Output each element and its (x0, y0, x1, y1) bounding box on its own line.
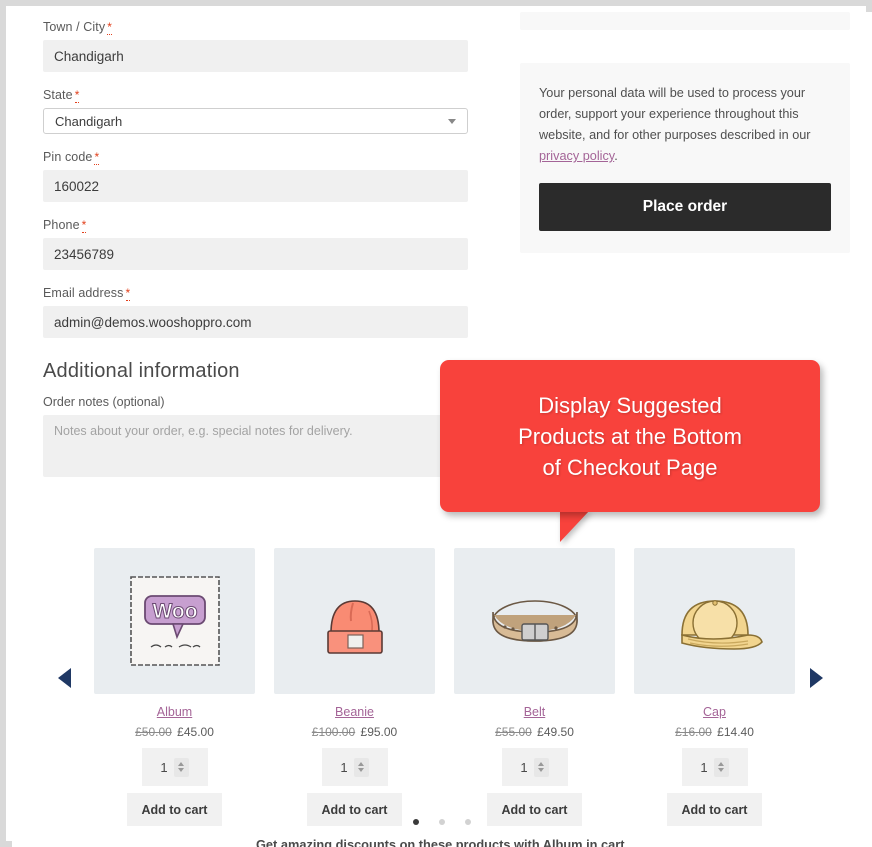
quantity-spinner-icon[interactable] (533, 757, 549, 777)
callout-pointer-tail (560, 510, 590, 542)
annotation-callout-text: Display Suggested Products at the Bottom… (518, 390, 742, 483)
product-name-link[interactable]: Beanie (274, 705, 435, 719)
product-card: Woo Album £50.00 £45.00 1 Add to cart (94, 548, 255, 826)
checkout-page: Town / City * Chandigarh State * Chandigar… (12, 12, 872, 847)
carousel-dot[interactable] (439, 819, 445, 825)
product-new-price: £14.40 (717, 725, 754, 739)
privacy-text-after: . (614, 149, 618, 163)
callout-line-2: Products at the Bottom (518, 423, 742, 449)
quantity-value: 1 (520, 759, 528, 775)
chevron-down-icon (448, 118, 456, 124)
product-price: £16.00 £14.40 (634, 725, 795, 739)
carousel-caption: Get amazing discounts on these products … (255, 837, 629, 847)
quantity-stepper[interactable]: 1 (681, 748, 748, 786)
product-thumbnail[interactable] (274, 548, 435, 694)
carousel-pagination-dots (12, 819, 872, 825)
field-phone: Phone * 23456789 (43, 218, 468, 270)
svg-text:Woo: Woo (152, 600, 197, 623)
product-name-link[interactable]: Album (94, 705, 255, 719)
cap-art-icon (680, 600, 763, 650)
product-new-price: £49.50 (537, 725, 574, 739)
required-asterisk: * (74, 88, 80, 103)
select-state[interactable]: Chandigarh (43, 108, 468, 134)
beanie-art-icon (326, 600, 383, 654)
quantity-value: 1 (160, 759, 168, 775)
product-new-price: £45.00 (177, 725, 214, 739)
checkout-form: Town / City * Chandigarh State * Chandigar… (43, 20, 468, 477)
label-state: State * (43, 88, 80, 103)
product-name-link[interactable]: Belt (454, 705, 615, 719)
field-state: State * Chandigarh (43, 88, 468, 134)
product-name-link[interactable]: Cap (634, 705, 795, 719)
product-thumbnail[interactable] (634, 548, 795, 694)
field-pin-code: Pin code * 160022 (43, 150, 468, 202)
quantity-spinner-icon[interactable] (353, 757, 369, 777)
label-town-city: Town / City * (43, 20, 113, 35)
product-new-price: £95.00 (360, 725, 398, 739)
carousel-dot[interactable] (465, 819, 471, 825)
input-email-address[interactable]: admin@demos.wooshoppro.com (43, 306, 468, 338)
callout-line-1: Display Suggested (538, 392, 722, 418)
input-pin-code[interactable]: 160022 (43, 170, 468, 202)
place-order-button[interactable]: Place order (539, 183, 831, 231)
carousel-next-arrow-icon[interactable] (810, 668, 823, 688)
input-order-notes[interactable]: Notes about your order, e.g. special not… (43, 415, 468, 477)
product-old-price: £16.00 (675, 725, 712, 739)
quantity-spinner-icon[interactable] (713, 757, 729, 777)
product-card: Cap £16.00 £14.40 1 Add to cart (634, 548, 795, 826)
privacy-notice-text: Your personal data will be used to proce… (539, 83, 831, 167)
quantity-stepper[interactable]: 1 (321, 748, 388, 786)
additional-information-heading: Additional information (43, 360, 240, 382)
product-old-price: £100.00 (311, 725, 356, 739)
product-price: £50.00 £45.00 (94, 725, 255, 739)
select-state-value: Chandigarh (55, 113, 123, 129)
product-old-price: £55.00 (495, 725, 532, 739)
product-price: £100.00 £95.00 (274, 725, 435, 739)
required-asterisk: * (94, 150, 100, 165)
label-email-address: Email address * (43, 286, 131, 301)
belt-art-icon (491, 600, 578, 642)
required-asterisk: * (125, 286, 131, 301)
label-pin-code: Pin code * (43, 150, 100, 165)
callout-line-3: of Checkout Page (542, 454, 718, 480)
quantity-value: 1 (340, 759, 348, 775)
label-order-notes: Order notes (optional) (43, 395, 165, 409)
product-card: Belt £55.00 £49.50 1 Add to cart (454, 548, 615, 826)
input-town-city[interactable]: Chandigarh (43, 40, 468, 72)
order-summary-partial-panel (520, 12, 850, 30)
product-list: Woo Album £50.00 £45.00 1 Add to cart Be… (94, 548, 795, 826)
quantity-spinner-icon[interactable] (173, 757, 189, 777)
carousel-dot[interactable] (413, 819, 419, 825)
product-thumbnail[interactable]: Woo (94, 548, 255, 694)
input-phone[interactable]: 23456789 (43, 238, 468, 270)
woo-album-art-icon: Woo (129, 576, 220, 666)
product-price: £55.00 £49.50 (454, 725, 615, 739)
label-phone: Phone * (43, 218, 87, 233)
privacy-policy-link[interactable]: privacy policy (539, 149, 614, 163)
annotation-callout: Display Suggested Products at the Bottom… (440, 360, 820, 512)
field-town-city: Town / City * Chandigarh (43, 20, 468, 72)
privacy-text-before: Your personal data will be used to proce… (539, 86, 811, 142)
order-summary-column: Your personal data will be used to proce… (520, 12, 850, 253)
required-asterisk: * (107, 20, 113, 35)
product-old-price: £50.00 (135, 725, 172, 739)
quantity-stepper[interactable]: 1 (501, 748, 568, 786)
quantity-value: 1 (700, 759, 708, 775)
carousel-prev-arrow-icon[interactable] (58, 668, 71, 688)
product-card: Beanie £100.00 £95.00 1 Add to cart (274, 548, 435, 826)
quantity-stepper[interactable]: 1 (141, 748, 208, 786)
required-asterisk: * (81, 218, 87, 233)
product-thumbnail[interactable] (454, 548, 615, 694)
privacy-notice-box: Your personal data will be used to proce… (520, 63, 850, 253)
field-email-address: Email address * admin@demos.wooshoppro.co… (43, 286, 468, 338)
screenshot-frame: Town / City * Chandigarh State * Chandigar… (0, 0, 872, 847)
